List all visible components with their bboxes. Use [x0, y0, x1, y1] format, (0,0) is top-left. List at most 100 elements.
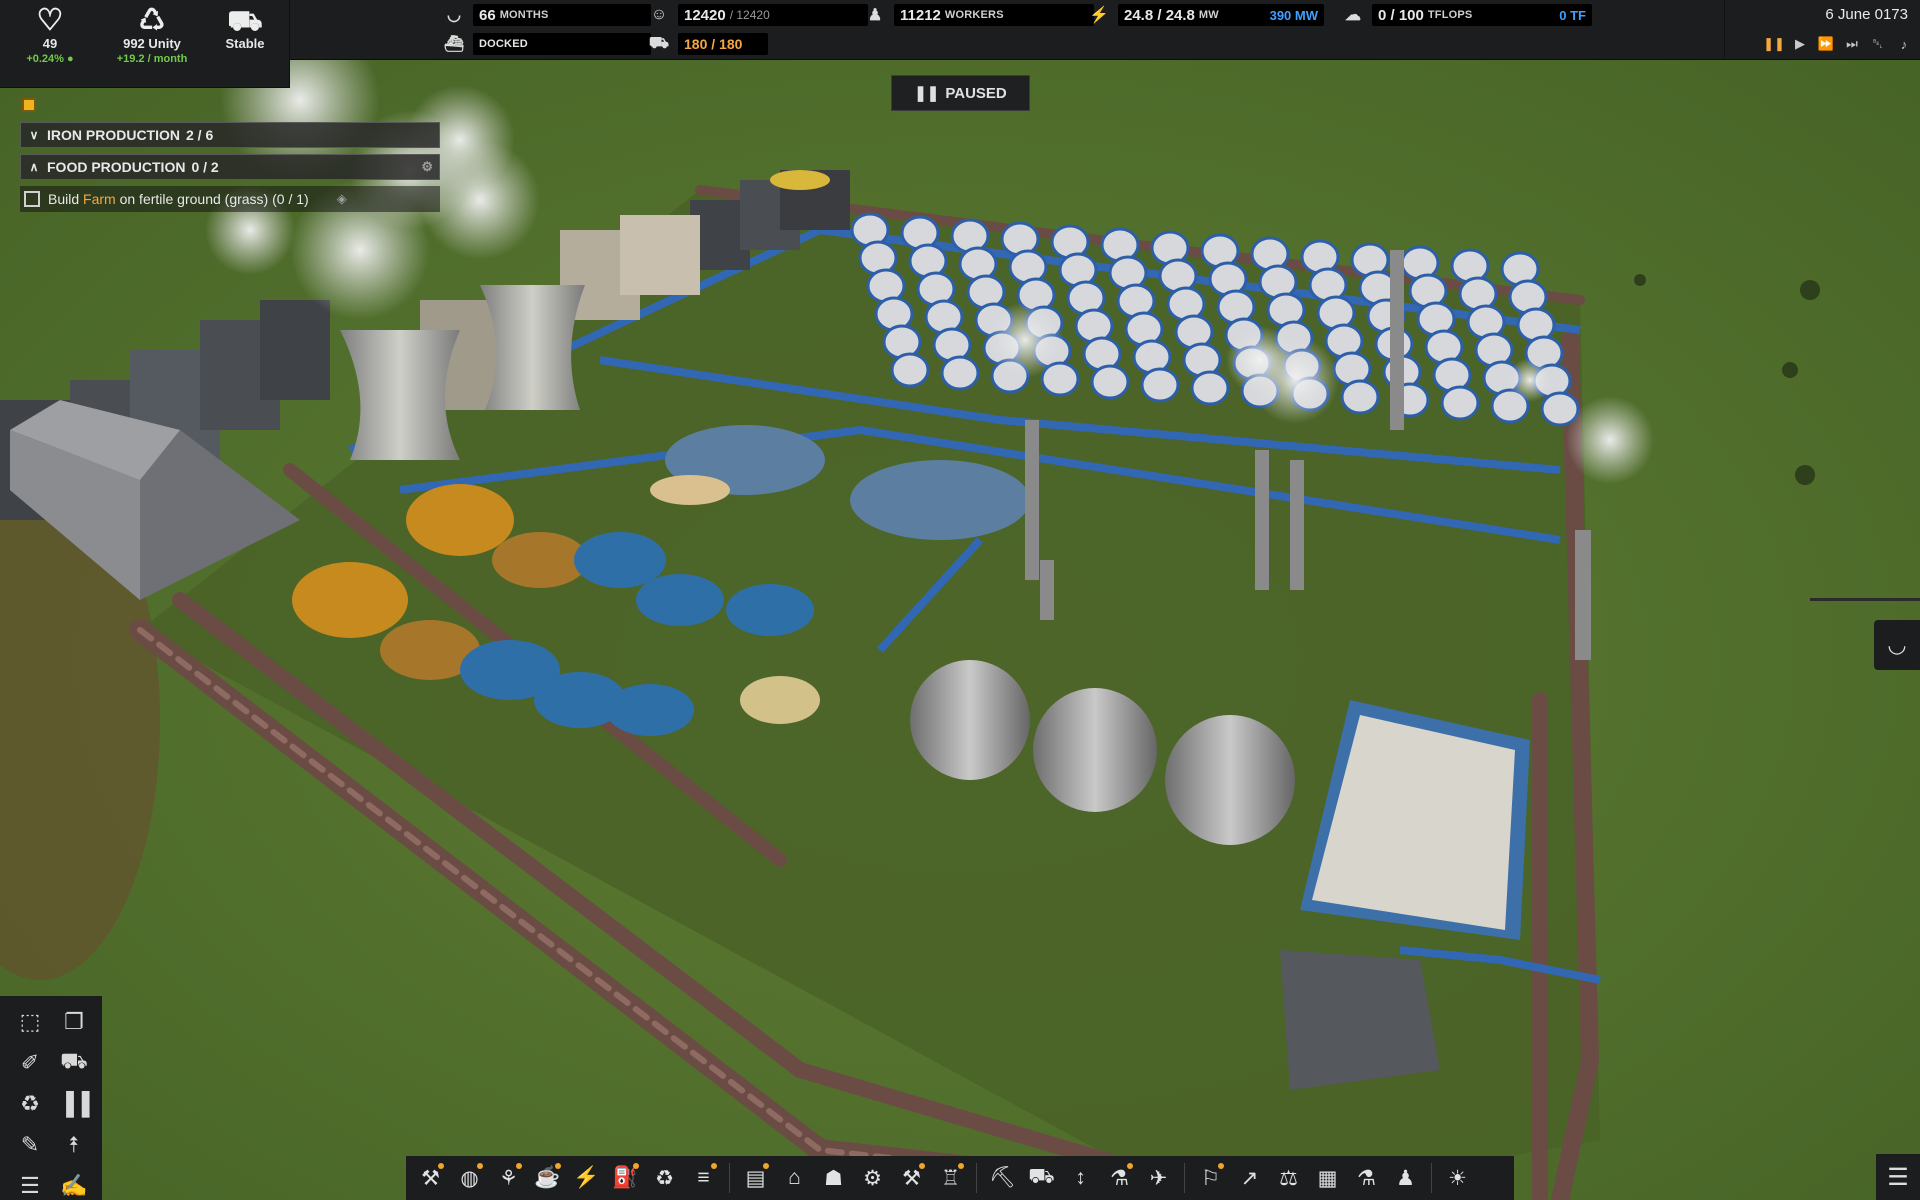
toolbar-separator: [1184, 1163, 1185, 1193]
health-change: +0.24% ●: [26, 53, 74, 65]
electricity-stat[interactable]: ⚡ 24.8 / 24.8 MW 390 MW: [1088, 3, 1324, 27]
distillation-dome: [1340, 379, 1380, 415]
fastest-forward-icon[interactable]: ⏭: [1842, 34, 1862, 54]
edit-icon[interactable]: ✍: [54, 1166, 94, 1200]
distillation-dome: [1190, 370, 1230, 406]
menu-icon: ☰: [1887, 1163, 1909, 1191]
copy-icon[interactable]: ❐: [54, 1002, 94, 1041]
bulldozer-icon[interactable]: ⛟: [54, 1043, 94, 1082]
recycle-icon[interactable]: ♻: [10, 1084, 50, 1123]
factory-icon[interactable]: ⌂: [778, 1160, 811, 1196]
research-icon[interactable]: ⚗: [1103, 1160, 1136, 1196]
people-icon: ☺: [650, 6, 668, 23]
pause-icon: ❚❚: [914, 85, 940, 102]
conveyor-icon[interactable]: ≡: [687, 1160, 720, 1196]
machine-icon[interactable]: ⚙: [856, 1160, 889, 1196]
balance-icon[interactable]: ⚖: [1272, 1160, 1305, 1196]
worker-icon: ♟: [867, 7, 883, 24]
task-text: Build Farm on fertile ground (grass) (0 …: [48, 191, 309, 207]
heart-icon: ♡: [36, 4, 64, 37]
notification-dot: [1218, 1163, 1224, 1169]
excavator-icon[interactable]: ⛏: [986, 1160, 1019, 1196]
goal-food-production[interactable]: ∧ FOOD PRODUCTION 0 / 2 ⚙: [20, 154, 440, 180]
main-menu-button[interactable]: ☰: [1876, 1154, 1920, 1200]
play-icon[interactable]: ▶: [1790, 34, 1810, 54]
flask-icon[interactable]: ⚗: [1350, 1160, 1383, 1196]
computing-capacity: 0 TF: [1559, 7, 1586, 23]
settings-sun-icon[interactable]: ☀: [1441, 1160, 1474, 1196]
assembly-icon[interactable]: ⚒: [895, 1160, 928, 1196]
goal-task-build-farm[interactable]: Build Farm on fertile ground (grass) (0 …: [20, 186, 440, 212]
stability-value: Stable: [225, 36, 265, 51]
computing-stat[interactable]: ☁ 0 / 100 TFLOPS 0 TF: [1342, 3, 1592, 27]
priority-up-icon[interactable]: ⯭: [54, 1125, 94, 1164]
tower-icon[interactable]: ♖: [934, 1160, 967, 1196]
ship-stat[interactable]: ⛴ DOCKED: [443, 32, 651, 56]
computing-value: 0 / 100: [1378, 6, 1424, 24]
lightning-icon: ⚡: [1089, 7, 1109, 24]
stability-stat[interactable]: ⛟ Stable: [210, 5, 280, 52]
workers-value: 11212: [900, 6, 941, 24]
health-stat[interactable]: ♡ 49 +0.24% ●: [18, 4, 82, 66]
notification-dot: [958, 1163, 964, 1169]
recipes-icon[interactable]: ▦: [1311, 1160, 1344, 1196]
goal-settings-icon[interactable]: ⚙: [421, 159, 433, 175]
goal-flag-icon[interactable]: [22, 98, 36, 112]
task-checkbox[interactable]: [24, 191, 40, 207]
mine-icon[interactable]: ⚒: [414, 1160, 447, 1196]
sound-icon[interactable]: ♪: [1894, 34, 1914, 54]
food-processing-icon[interactable]: ☕: [531, 1160, 564, 1196]
layers-icon[interactable]: ☰: [10, 1166, 50, 1200]
food-months-value: 66: [479, 6, 496, 24]
rocket-icon[interactable]: ✈: [1142, 1160, 1175, 1196]
unity-change: +19.2 / month: [116, 53, 188, 65]
vehicle-icon: ⛟: [648, 35, 670, 52]
settlement-hud: ♡ 49 +0.24% ● ♺ 992 Unity +19.2 / month …: [0, 0, 290, 88]
goals-panel: ∨ IRON PRODUCTION 2 / 6 ∧ FOOD PRODUCTIO…: [20, 98, 440, 212]
water-icon[interactable]: ◍: [453, 1160, 486, 1196]
selection-icon[interactable]: ⬚: [10, 1002, 50, 1041]
ship-status: DOCKED: [479, 38, 528, 50]
goal-title: IRON PRODUCTION: [47, 127, 180, 143]
stats-icon[interactable]: ↗: [1233, 1160, 1266, 1196]
distillation-dome: [940, 355, 980, 391]
notification-dot: [516, 1163, 522, 1169]
health-value: 49: [42, 36, 58, 51]
goal-iron-production[interactable]: ∨ IRON PRODUCTION 2 / 6: [20, 122, 440, 148]
warehouse-icon[interactable]: ☗: [817, 1160, 850, 1196]
electricity-unit: MW: [1198, 9, 1219, 21]
fast-forward-icon[interactable]: ⏩: [1816, 34, 1836, 54]
truck-icon[interactable]: ⛟: [1025, 1160, 1058, 1196]
food-stat[interactable]: ◡ 66 MONTHS: [443, 3, 651, 27]
notification-dot: [763, 1163, 769, 1169]
unity-stat[interactable]: ♺ 992 Unity +19.2 / month: [106, 6, 198, 66]
transport-icon[interactable]: ↕: [1064, 1160, 1097, 1196]
vehicles-stat[interactable]: ⛟ 180 / 180: [648, 32, 768, 56]
workers-stat[interactable]: ♟ 11212 WORKERS: [864, 3, 1094, 27]
brush-icon[interactable]: ✎: [10, 1125, 50, 1164]
notification-dot: [1127, 1163, 1133, 1169]
computing-unit: TFLOPS: [1427, 9, 1473, 21]
date-and-speed: 6 June 0173 ❚❚ ▶ ⏩ ⏭ ␇ ♪: [1724, 0, 1920, 60]
pause-buildings-icon[interactable]: ▐▐: [54, 1084, 94, 1123]
learn-icon[interactable]: ⚐: [1194, 1160, 1227, 1196]
farm-icon[interactable]: ⚘: [492, 1160, 525, 1196]
fuel-icon[interactable]: ⛽: [609, 1160, 642, 1196]
population-capacity: / 12420: [729, 8, 770, 22]
learn-icon[interactable]: ◈: [337, 191, 347, 207]
pause-icon[interactable]: ❚❚: [1763, 34, 1785, 54]
power-icon[interactable]: ⚡: [570, 1160, 603, 1196]
bell-muted-icon[interactable]: ␇: [1868, 34, 1888, 54]
paused-badge[interactable]: ❚❚ PAUSED: [891, 75, 1030, 111]
side-panel-button[interactable]: ◡: [1874, 620, 1920, 670]
eyedropper-icon[interactable]: ✐: [10, 1043, 50, 1082]
food-bowl-icon: ◡: [447, 7, 461, 24]
population-icon[interactable]: ♟: [1389, 1160, 1422, 1196]
truck-icon: ⛟: [227, 5, 263, 36]
storage-icon[interactable]: ▤: [739, 1160, 772, 1196]
notification-dot: [555, 1163, 561, 1169]
population-stat[interactable]: ☺ 12420 / 12420: [648, 3, 868, 27]
waste-icon[interactable]: ♻: [648, 1160, 681, 1196]
toolbar-separator: [729, 1163, 730, 1193]
notification-dot: [438, 1163, 444, 1169]
